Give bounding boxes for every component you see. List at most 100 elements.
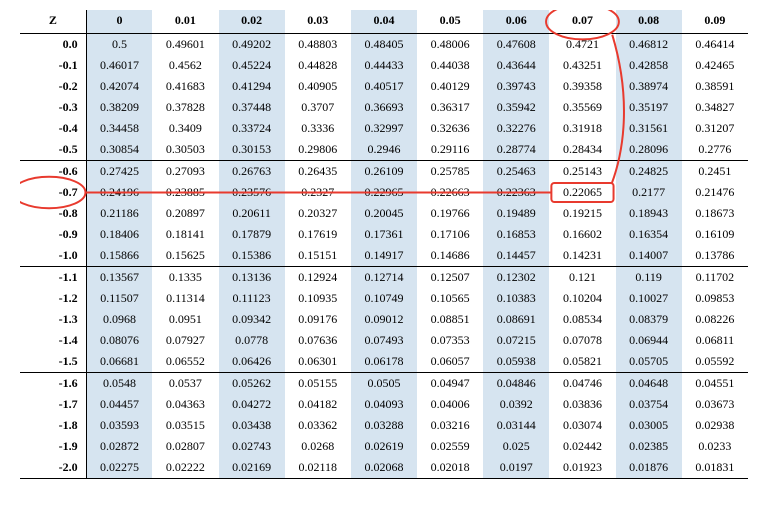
- table-cell: 0.18943: [616, 203, 682, 224]
- table-cell: 0.04648: [616, 373, 682, 395]
- table-cell: 0.44038: [417, 55, 483, 76]
- table-cell: 0.42465: [682, 55, 748, 76]
- table-row: -0.90.184060.181410.178790.176190.173610…: [20, 224, 748, 245]
- table-cell: 0.05938: [483, 351, 549, 373]
- table-cell: 0.05592: [682, 351, 748, 373]
- table-cell: 0.19766: [417, 203, 483, 224]
- table-cell: 0.04846: [483, 373, 549, 395]
- table-cell: 0.14007: [616, 245, 682, 267]
- table-cell: 0.04746: [549, 373, 615, 395]
- table-cell: 0.29806: [285, 139, 351, 161]
- table-row: -1.10.135670.13350.131360.129240.127140.…: [20, 267, 748, 289]
- table-cell: 0.4721: [549, 34, 615, 56]
- table-cell: 0.20611: [219, 203, 285, 224]
- table-row: -0.60.274250.270930.267630.264350.261090…: [20, 161, 748, 183]
- table-cell: 0.0268: [285, 436, 351, 457]
- col-header: 0.09: [682, 10, 748, 34]
- table-cell: 0.43644: [483, 55, 549, 76]
- table-cell: 0.21476: [682, 182, 748, 203]
- table-cell: 0.22965: [351, 182, 417, 203]
- row-header: -0.4: [20, 118, 86, 139]
- table-cell: 0.25463: [483, 161, 549, 183]
- table-cell: 0.46017: [86, 55, 152, 76]
- table-cell: 0.06178: [351, 351, 417, 373]
- row-header: -0.7: [20, 182, 86, 203]
- table-row: -2.00.022750.022220.021690.021180.020680…: [20, 457, 748, 479]
- table-cell: 0.2776: [682, 139, 748, 161]
- table-cell: 0.38591: [682, 76, 748, 97]
- table-cell: 0.02275: [86, 457, 152, 479]
- table-cell: 0.07215: [483, 330, 549, 351]
- table-cell: 0.24825: [616, 161, 682, 183]
- table-cell: 0.02807: [152, 436, 218, 457]
- table-row: -0.40.344580.34090.337240.33360.329970.3…: [20, 118, 748, 139]
- col-header: 0.08: [616, 10, 682, 34]
- table-cell: 0.03515: [152, 415, 218, 436]
- table-cell: 0.34827: [682, 97, 748, 118]
- table-cell: 0.27425: [86, 161, 152, 183]
- row-header: -1.0: [20, 245, 86, 267]
- table-cell: 0.40129: [417, 76, 483, 97]
- table-cell: 0.121: [549, 267, 615, 289]
- table-row: -0.50.308540.305030.301530.298060.29460.…: [20, 139, 748, 161]
- row-header: -1.5: [20, 351, 86, 373]
- table-cell: 0.26763: [219, 161, 285, 183]
- table-cell: 0.46414: [682, 34, 748, 56]
- table-cell: 0.05821: [549, 351, 615, 373]
- row-header: -1.7: [20, 394, 86, 415]
- table-cell: 0.28774: [483, 139, 549, 161]
- z-table: Z00.010.020.030.040.050.060.070.080.09 0…: [20, 10, 748, 479]
- table-cell: 0.04457: [86, 394, 152, 415]
- table-cell: 0.41683: [152, 76, 218, 97]
- table-cell: 0.28434: [549, 139, 615, 161]
- row-header: -1.8: [20, 415, 86, 436]
- table-cell: 0.04551: [682, 373, 748, 395]
- table-cell: 0.2946: [351, 139, 417, 161]
- table-cell: 0.16602: [549, 224, 615, 245]
- table-cell: 0.03074: [549, 415, 615, 436]
- table-cell: 0.07636: [285, 330, 351, 351]
- table-cell: 0.30854: [86, 139, 152, 161]
- table-cell: 0.05155: [285, 373, 351, 395]
- table-row: -1.80.035930.035150.034380.033620.032880…: [20, 415, 748, 436]
- table-cell: 0.03216: [417, 415, 483, 436]
- table-cell: 0.06681: [86, 351, 152, 373]
- row-header: -0.9: [20, 224, 86, 245]
- table-cell: 0.45224: [219, 55, 285, 76]
- table-cell: 0.02872: [86, 436, 152, 457]
- table-cell: 0.04272: [219, 394, 285, 415]
- table-cell: 0.10204: [549, 288, 615, 309]
- table-cell: 0.30153: [219, 139, 285, 161]
- table-cell: 0.09342: [219, 309, 285, 330]
- table-cell: 0.42074: [86, 76, 152, 97]
- table-cell: 0.22065: [549, 182, 615, 203]
- table-cell: 0.31918: [549, 118, 615, 139]
- table-cell: 0.01876: [616, 457, 682, 479]
- table-cell: 0.0197: [483, 457, 549, 479]
- table-cell: 0.36317: [417, 97, 483, 118]
- table-cell: 0.31207: [682, 118, 748, 139]
- table-cell: 0.01923: [549, 457, 615, 479]
- table-cell: 0.17619: [285, 224, 351, 245]
- z-table-wrapper: Z00.010.020.030.040.050.060.070.080.09 0…: [20, 10, 748, 479]
- table-cell: 0.20045: [351, 203, 417, 224]
- table-cell: 0.13136: [219, 267, 285, 289]
- table-cell: 0.13567: [86, 267, 152, 289]
- table-cell: 0.35569: [549, 97, 615, 118]
- table-cell: 0.2177: [616, 182, 682, 203]
- table-cell: 0.0968: [86, 309, 152, 330]
- row-header: -1.9: [20, 436, 86, 457]
- table-cell: 0.18406: [86, 224, 152, 245]
- table-cell: 0.02743: [219, 436, 285, 457]
- table-cell: 0.13786: [682, 245, 748, 267]
- table-cell: 0.03754: [616, 394, 682, 415]
- table-cell: 0.36693: [351, 97, 417, 118]
- table-cell: 0.21186: [86, 203, 152, 224]
- table-cell: 0.02169: [219, 457, 285, 479]
- table-cell: 0.38974: [616, 76, 682, 97]
- table-cell: 0.03362: [285, 415, 351, 436]
- col-header: 0.04: [351, 10, 417, 34]
- table-cell: 0.37448: [219, 97, 285, 118]
- table-cell: 0.03673: [682, 394, 748, 415]
- table-cell: 0.03005: [616, 415, 682, 436]
